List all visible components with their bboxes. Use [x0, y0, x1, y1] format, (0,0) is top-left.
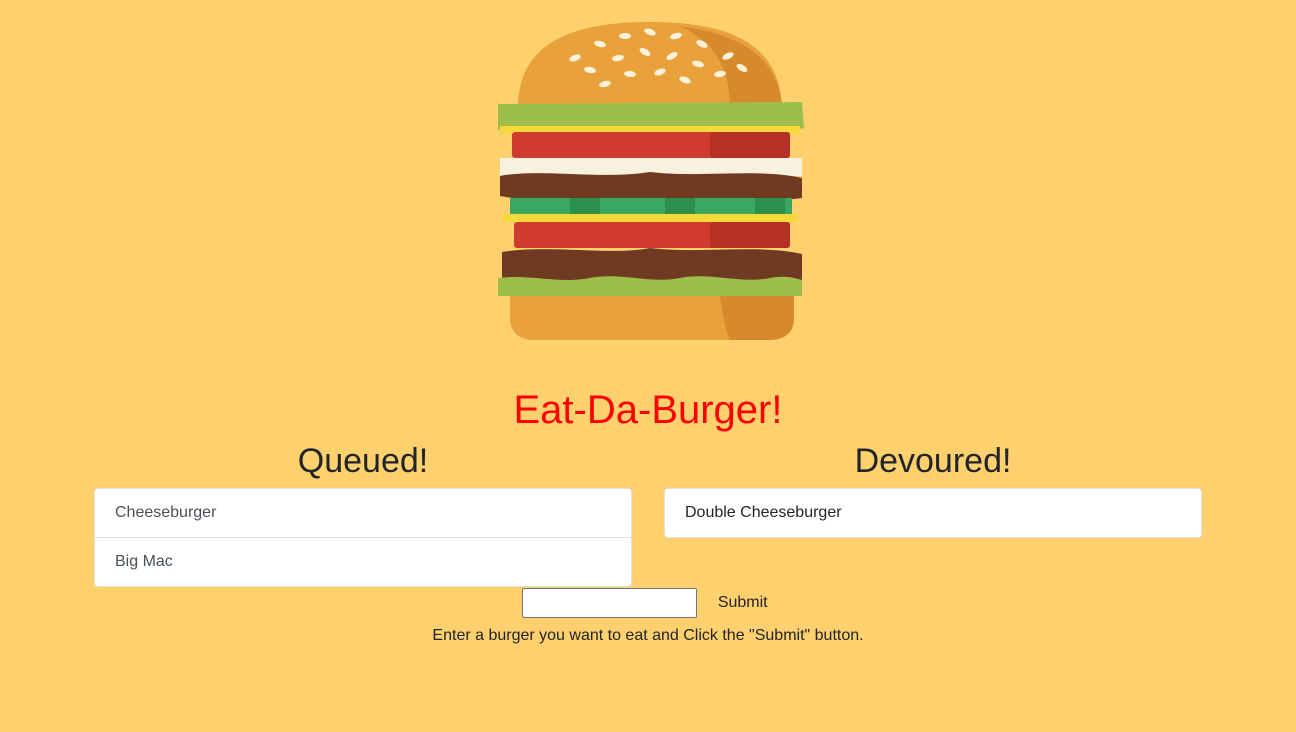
queued-list: Cheeseburger Big Mac: [94, 488, 632, 587]
add-burger-form: Submit: [0, 588, 1296, 618]
queued-heading: Queued!: [297, 442, 429, 480]
queued-burger-item[interactable]: Cheeseburger: [95, 489, 631, 538]
devoured-heading: Devoured!: [854, 442, 1012, 480]
page: Eat-Da-Burger! Queued! Devoured! Cheeseb…: [0, 0, 1296, 732]
devoured-burger-item: Double Cheeseburger: [685, 504, 842, 521]
page-title: Eat-Da-Burger!: [513, 388, 783, 432]
helper-text: Enter a burger you want to eat and Click…: [432, 627, 864, 644]
burger-icon: [498, 22, 804, 340]
burger-name-input[interactable]: [522, 588, 698, 618]
hero-burger-image: [480, 8, 816, 348]
devoured-list: Double Cheeseburger: [664, 488, 1202, 538]
queued-burger-item[interactable]: Big Mac: [95, 538, 631, 586]
submit-button[interactable]: Submit: [712, 590, 774, 616]
